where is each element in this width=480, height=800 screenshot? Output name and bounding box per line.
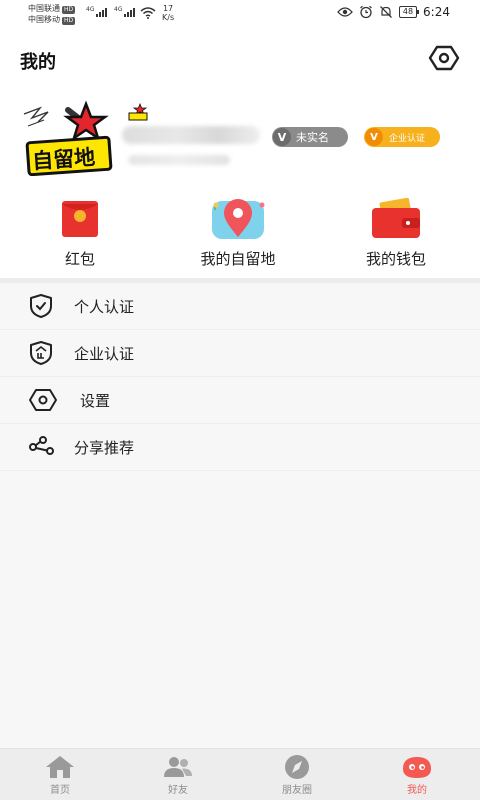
home-icon: [46, 756, 74, 778]
alarm-icon: [359, 5, 372, 19]
share-icon: [29, 436, 54, 455]
carrier-1: 中国联通: [28, 4, 60, 13]
my-plot-label: 我的自留地: [200, 250, 276, 268]
tab-label: 首页: [50, 785, 70, 796]
tab-moments[interactable]: 朋友圈: [257, 753, 337, 796]
hexagon-settings-icon[interactable]: [428, 44, 460, 72]
menu-item-settings[interactable]: 设置: [0, 377, 480, 424]
hexagon-settings-icon: [29, 389, 57, 411]
my-plot-button[interactable]: 我的自留地: [168, 196, 308, 272]
wifi-icon: [140, 7, 156, 19]
menu-label: 分享推荐: [74, 438, 135, 457]
me-icon: [403, 757, 431, 778]
clock: 6:24: [423, 5, 450, 19]
page-title: 我的: [20, 52, 56, 73]
carrier-2: 中国移动: [28, 15, 60, 24]
status-bar: 中国联通 HD 中国移动 HD 4G 4G 17 K/s 48 6:24: [0, 0, 480, 30]
compass-icon: [285, 755, 309, 779]
red-envelope-icon: [62, 201, 98, 237]
menu-item-share[interactable]: 分享推荐: [0, 424, 480, 471]
menu-list: 个人认证 企业认证 设置 分享推荐: [0, 283, 480, 471]
tab-label: 朋友圈: [282, 785, 312, 796]
user-id-redacted: [128, 155, 230, 165]
tab-label: 好友: [168, 785, 188, 796]
menu-item-enterprise-verification[interactable]: 企业认证: [0, 330, 480, 377]
battery-icon: 48: [398, 6, 420, 18]
tab-home[interactable]: 首页: [20, 753, 100, 796]
status-right: 48 6:24: [336, 5, 450, 19]
avatar-logo-icon: 自留地: [23, 100, 113, 177]
menu-label: 设置: [80, 391, 111, 410]
hd-badge: HD: [62, 17, 76, 25]
red-envelope-label: 红包: [64, 250, 95, 268]
username-redacted: [122, 126, 260, 144]
menu-label: 个人认证: [74, 297, 135, 316]
enterprise-label: 企业认证: [389, 133, 426, 144]
red-envelope-button[interactable]: 红包: [10, 196, 150, 272]
mini-logo-icon: [128, 103, 148, 121]
enterprise-badge[interactable]: V 企业认证: [364, 127, 440, 147]
signal-icon: 4G: [86, 7, 108, 17]
tab-friends[interactable]: 好友: [138, 753, 218, 796]
wallet-button[interactable]: 我的钱包: [326, 196, 466, 272]
map-pin-icon: [212, 199, 265, 239]
wallet-label: 我的钱包: [365, 250, 426, 268]
unverified-label: 未实名: [296, 131, 329, 144]
eye-icon: [336, 7, 353, 17]
shield-check-icon: [30, 294, 52, 318]
verify-v-icon: V: [365, 128, 383, 146]
verify-v-icon: V: [273, 128, 291, 146]
carrier-info: 中国联通 HD 中国移动 HD: [28, 3, 76, 25]
mute-bell-icon: [379, 6, 392, 18]
tab-label: 我的: [407, 785, 427, 796]
tab-me[interactable]: 我的: [377, 753, 457, 796]
net-speed: 17 K/s: [162, 4, 175, 22]
svg-text:自留地: 自留地: [31, 145, 96, 173]
avatar[interactable]: 自留地: [22, 100, 114, 177]
menu-item-personal-verification[interactable]: 个人认证: [0, 283, 480, 330]
menu-label: 企业认证: [74, 344, 135, 363]
tab-bar: 首页 好友 朋友圈 我的: [0, 748, 480, 800]
wallet-icon: [372, 198, 420, 238]
friends-icon: [164, 757, 192, 777]
unverified-badge[interactable]: V 未实名: [272, 127, 348, 147]
hd-badge: HD: [62, 6, 76, 14]
signal-icon: 4G: [114, 7, 136, 17]
shield-enterprise-icon: [30, 341, 52, 365]
